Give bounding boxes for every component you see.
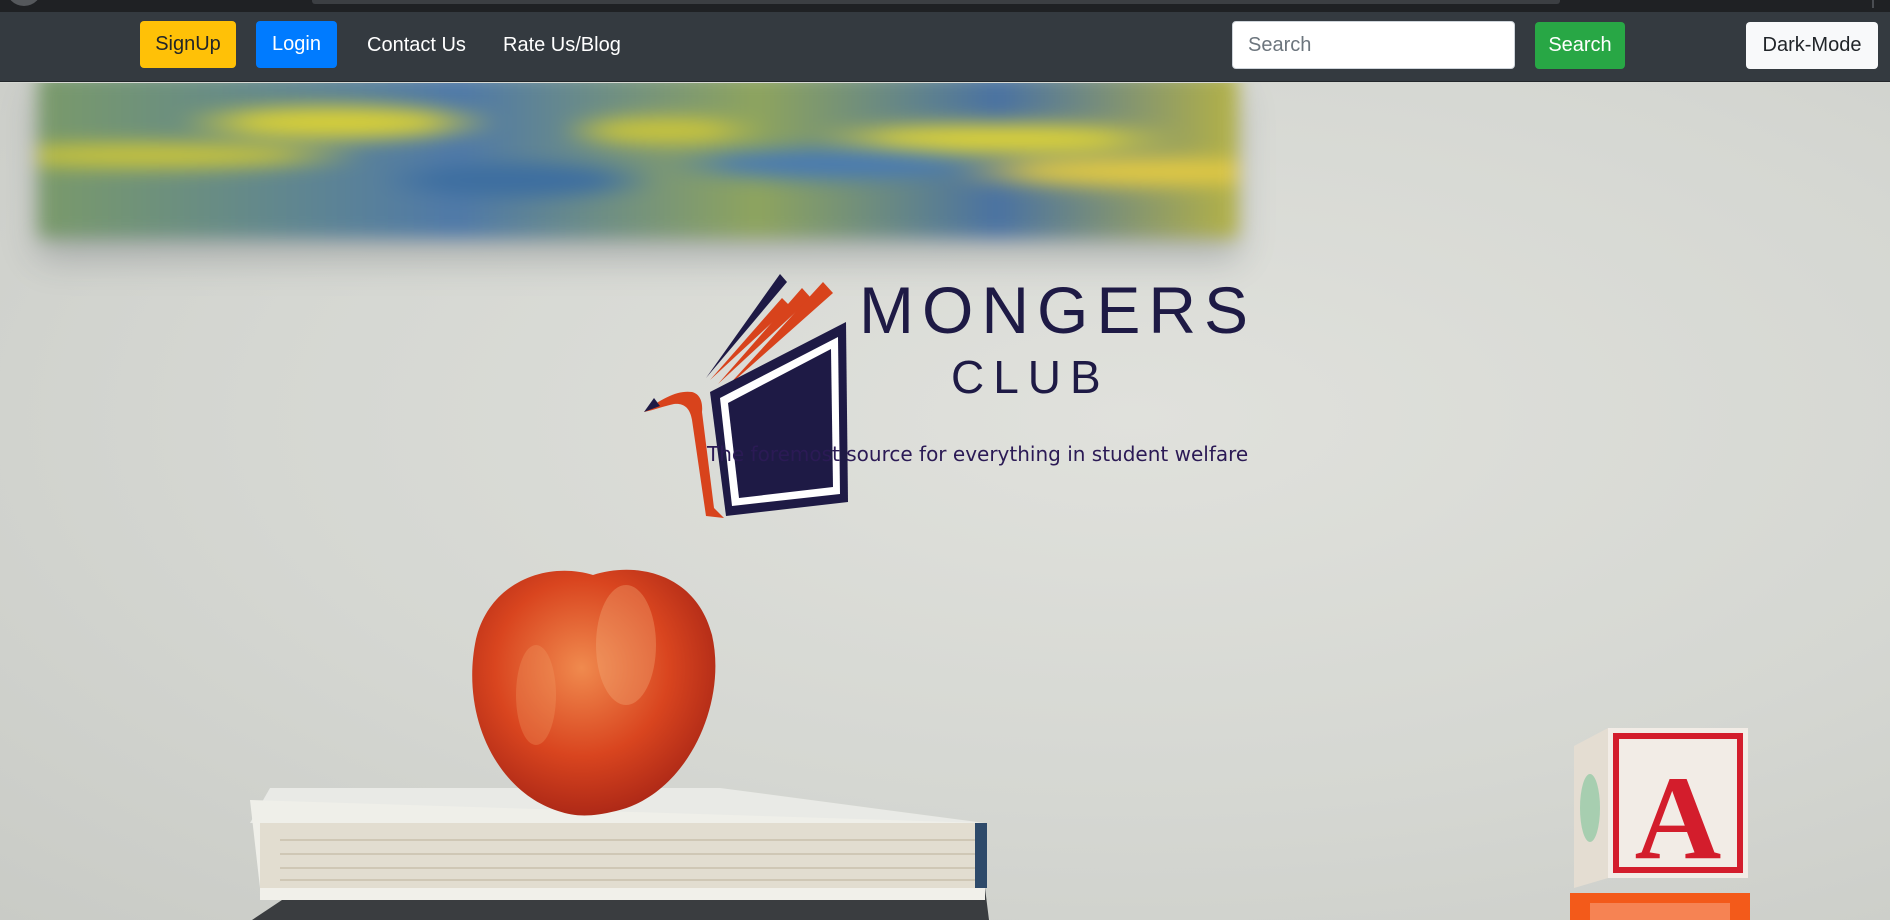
apple-image — [472, 569, 716, 816]
hero-tagline: The foremost source for everything in st… — [707, 442, 1249, 466]
svg-text:A: A — [1635, 751, 1722, 884]
browser-address-bar-edge — [312, 0, 1560, 4]
login-button[interactable]: Login — [256, 21, 337, 68]
mongers-club-logo-icon — [644, 274, 848, 518]
browser-separator — [1872, 0, 1874, 8]
logo-subtitle: CLUB — [951, 351, 1110, 403]
signup-button[interactable]: SignUp — [140, 21, 236, 68]
browser-top-strip — [0, 0, 1890, 12]
nav-link-rate-us-blog[interactable]: Rate Us/Blog — [503, 34, 621, 57]
dark-mode-button[interactable]: Dark-Mode — [1746, 22, 1878, 69]
navbar: SignUp Login Contact Us Rate Us/Blog Sea… — [0, 12, 1890, 82]
search-button[interactable]: Search — [1535, 22, 1625, 69]
browser-circle-icon — [6, 0, 42, 6]
nav-link-contact-us[interactable]: Contact Us — [367, 34, 466, 57]
abc-blocks-image: A — [1570, 728, 1750, 920]
hero-banner: MONGERS CLUB The foremost source for eve… — [0, 83, 1890, 920]
logo-title: MONGERS — [859, 273, 1257, 347]
search-input[interactable] — [1232, 21, 1515, 69]
